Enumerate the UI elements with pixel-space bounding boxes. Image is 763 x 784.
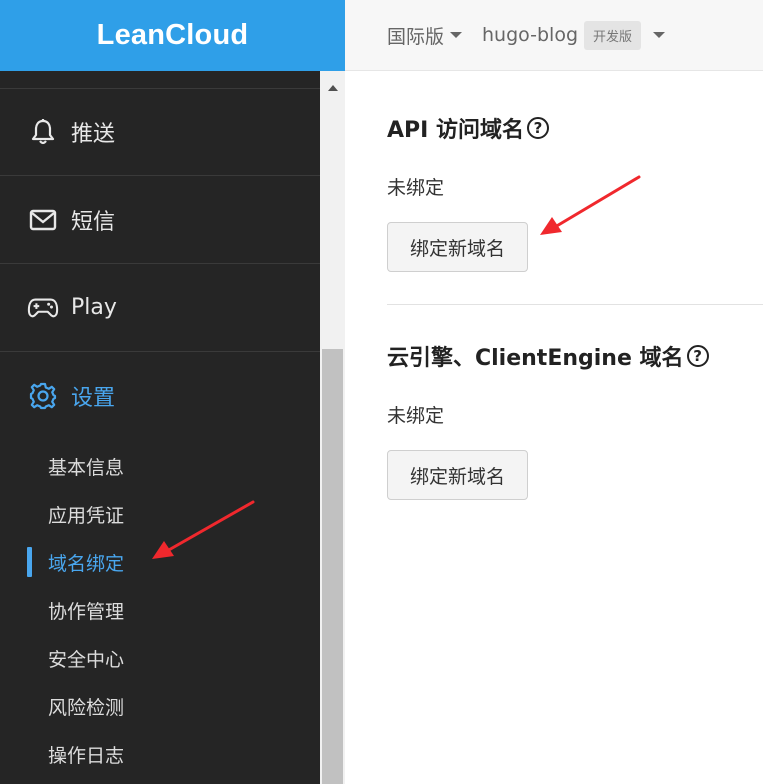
sidebar-item-play[interactable]: Play (0, 264, 320, 352)
brand-logo[interactable]: LeanCloud (0, 0, 345, 71)
sidebar-item-push[interactable]: 推送 (0, 88, 320, 176)
binding-status: 未绑定 (387, 177, 445, 199)
app-name: hugo-blog (482, 24, 579, 46)
section-title: 云引擎、ClientEngine 域名 ? (387, 340, 709, 372)
subnav-basic-info[interactable]: 基本信息 (0, 442, 320, 490)
section-divider (387, 304, 763, 305)
bind-new-domain-button[interactable]: 绑定新域名 (387, 222, 528, 272)
sidebar-item-label: 推送 (71, 121, 116, 147)
scroll-up-arrow-icon[interactable] (320, 77, 345, 91)
sidebar-scrollbar[interactable] (320, 71, 345, 784)
env-badge: 开发版 (584, 20, 642, 50)
subnav-domain-binding[interactable]: 域名绑定 (0, 538, 320, 586)
sidebar-item-label: 设置 (71, 386, 116, 411)
bind-new-domain-button[interactable]: 绑定新域名 (387, 450, 528, 500)
help-icon[interactable]: ? (686, 345, 709, 367)
subnav-collaborators[interactable]: 协作管理 (0, 586, 320, 634)
subnav-app-keys[interactable]: 应用凭证 (0, 490, 320, 538)
bell-icon (27, 116, 59, 148)
sidebar-item-sms[interactable]: 短信 (0, 176, 320, 264)
region-label: 国际版 (387, 25, 445, 48)
chevron-down-icon (653, 32, 666, 38)
cloud-engine-domain-title: 云引擎、ClientEngine 域名 (387, 346, 684, 371)
sidebar-item-label: 短信 (71, 209, 116, 235)
subnav-security[interactable]: 安全中心 (0, 634, 320, 682)
binding-status: 未绑定 (387, 405, 445, 427)
gamepad-icon (27, 292, 59, 324)
subnav-risk-detection[interactable]: 风险检测 (0, 682, 320, 730)
main-content: API 访问域名 ? 未绑定 绑定新域名 云引擎、ClientEngine 域名… (345, 72, 763, 784)
gear-icon (27, 380, 59, 412)
envelope-icon (27, 204, 59, 236)
subnav-operation-log[interactable]: 操作日志 (0, 730, 320, 778)
api-domain-title: API 访问域名 (387, 118, 524, 143)
scrollbar-thumb[interactable] (322, 349, 343, 784)
help-icon[interactable]: ? (527, 117, 549, 139)
sidebar-nav: 推送 短信 Play 设置 基本信息 应用凭证 域名绑定 协作管理 安全中心 风… (0, 71, 320, 784)
section-title: API 访问域名 ? (387, 112, 549, 144)
chevron-down-icon (450, 32, 463, 38)
top-bar: 国际版 hugo-blog 开发版 (345, 0, 763, 71)
app-switcher-dropdown[interactable]: hugo-blog 开发版 (482, 20, 666, 50)
region-dropdown[interactable]: 国际版 (387, 22, 463, 49)
sidebar: LeanCloud 推送 短信 Play 设置 基本信息 应用凭证 域名绑定 协… (0, 0, 345, 784)
sidebar-item-label: Play (71, 295, 117, 320)
sidebar-item-settings[interactable]: 设置 (0, 352, 320, 440)
